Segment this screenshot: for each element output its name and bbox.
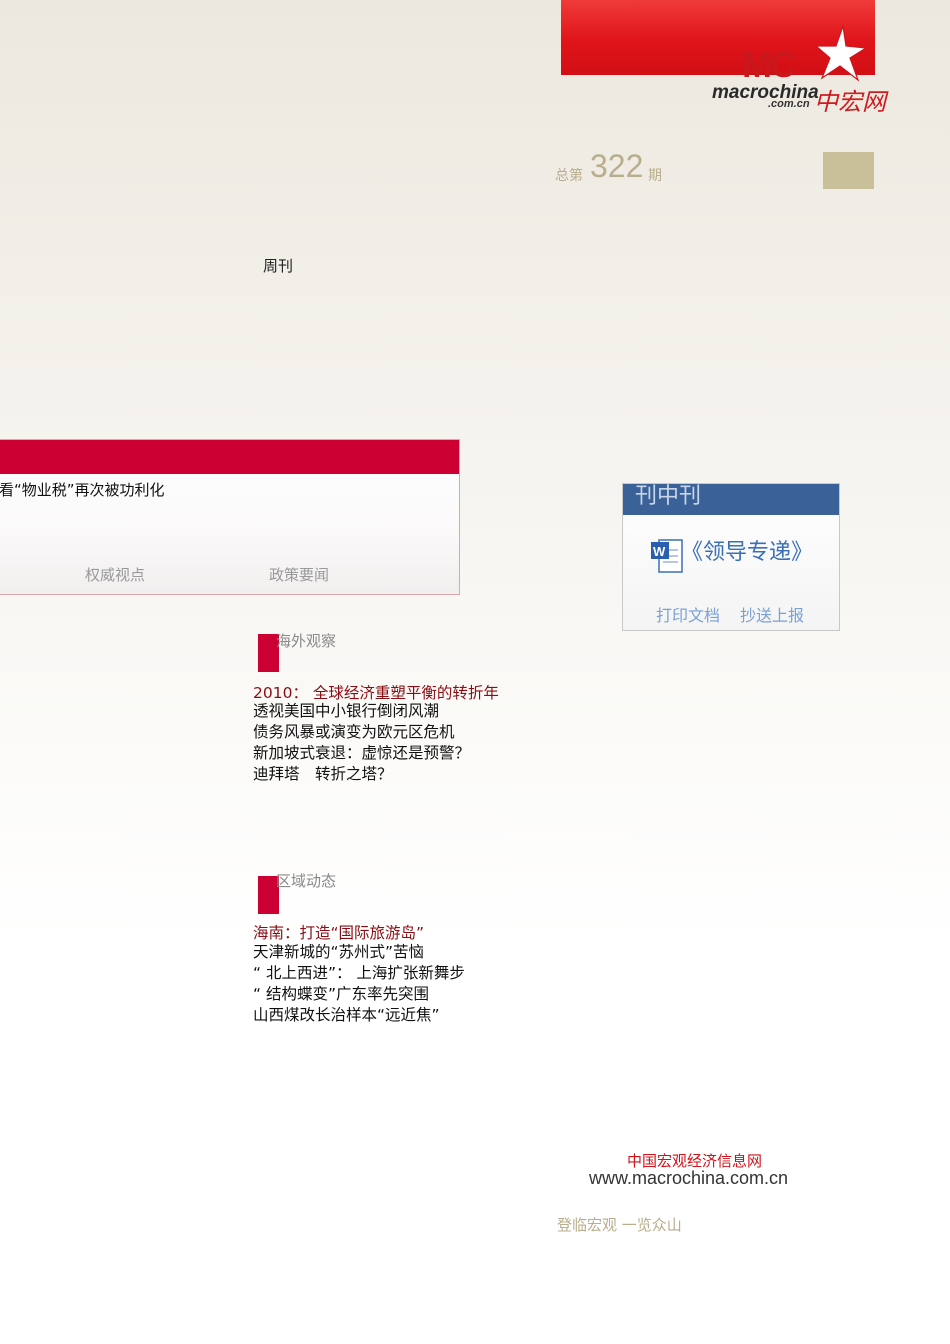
- supplement-title: 刊中刊: [635, 484, 702, 509]
- logo-mark: MC: [742, 44, 796, 85]
- supplement-book-title[interactable]: 《领导专递》: [681, 534, 813, 566]
- magazine-cover: { "header": { "logo_mark": "MC", "logo_w…: [0, 0, 950, 1344]
- footer-url-link[interactable]: www.macrochina.com.cn: [589, 1168, 788, 1189]
- tab-policy-news[interactable]: 政策要闻: [269, 564, 329, 585]
- supplement-box: 刊中刊 W 《领导专递》 打印文档 抄送上报: [622, 483, 840, 631]
- svg-text:W: W: [653, 544, 666, 559]
- article-link[interactable]: 债务风暴或演变为欧元区危机: [253, 722, 455, 743]
- footer-slogan: 登临宏观 一览众山: [557, 1216, 682, 1234]
- headline-panel: 看“物业税”再次被功利化 权威视点 政策要闻: [0, 439, 460, 595]
- article-link[interactable]: 新加坡式衰退：虚惊还是预警？: [253, 743, 470, 764]
- article-link[interactable]: 透视美国中小银行倒闭风潮: [253, 701, 439, 722]
- headline-link[interactable]: 看“物业税”再次被功利化: [0, 479, 165, 500]
- issue-prefix: 总第: [555, 168, 583, 184]
- logo-star-icon: [814, 25, 868, 82]
- weekly-label: 周刊: [263, 257, 294, 275]
- tab-authoritative-views[interactable]: 权威视点: [85, 564, 145, 585]
- issue-suffix: 期: [648, 168, 662, 184]
- article-link[interactable]: 山西煤改长治样本“远近焦”: [253, 1005, 440, 1026]
- section-title-regional: 区域动态: [276, 872, 337, 890]
- forward-report-link[interactable]: 抄送上报: [740, 602, 804, 626]
- article-link[interactable]: “ 北上西进”： 上海扩张新舞步: [253, 963, 465, 984]
- article-link[interactable]: 天津新城的“苏州式”苦恼: [253, 942, 424, 963]
- supplement-header: 刊中刊: [623, 484, 839, 515]
- logo-chinese-name: 中宏网: [814, 88, 886, 116]
- section-title-overseas: 海外观察: [276, 632, 337, 650]
- headline-panel-bar: [0, 440, 459, 474]
- article-link[interactable]: 迪拜塔 转折之塔？: [253, 764, 393, 785]
- section-lead-link[interactable]: 2010： 全球经济重塑平衡的转折年: [253, 681, 499, 703]
- tan-decor-box: [823, 152, 874, 189]
- issue-number: 322: [590, 148, 644, 184]
- print-document-link[interactable]: 打印文档: [656, 602, 720, 626]
- section-lead-link[interactable]: 海南：打造“国际旅游岛”: [253, 921, 424, 943]
- article-link[interactable]: “ 结构蝶变”广东率先突围: [253, 984, 429, 1005]
- word-document-icon[interactable]: W: [650, 536, 684, 574]
- logo-domain: .com.cn: [768, 98, 810, 110]
